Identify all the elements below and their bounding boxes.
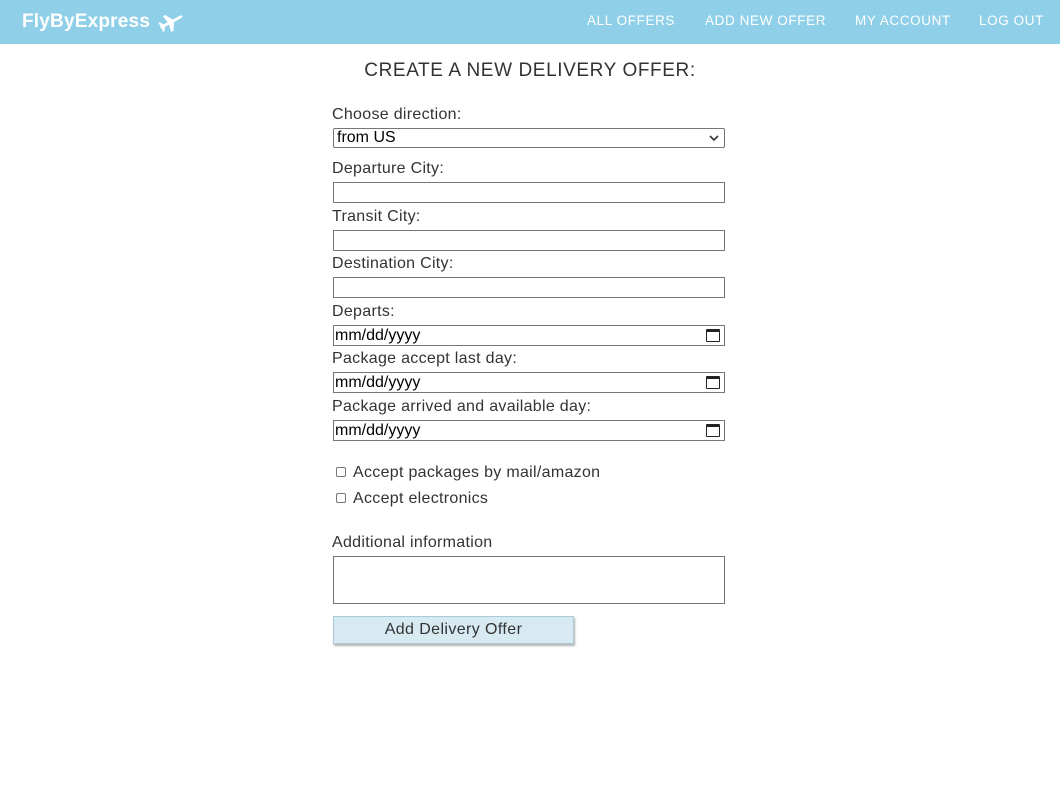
brand-logo-link[interactable]: FlyByExpress	[22, 10, 185, 34]
departure-city-label: Departure City:	[332, 160, 445, 177]
arrived-day-date-input[interactable]: mm/dd/yyyy	[333, 420, 725, 441]
accept-mail-checkbox[interactable]	[336, 467, 346, 477]
nav-log-out[interactable]: LOG OUT	[979, 13, 1044, 28]
arrived-day-placeholder: mm/dd/yyyy	[335, 421, 421, 439]
departs-placeholder: mm/dd/yyyy	[335, 326, 421, 344]
airplane-icon	[157, 11, 185, 33]
accept-last-day-label: Package accept last day:	[332, 350, 518, 367]
departs-date-input[interactable]: mm/dd/yyyy	[333, 325, 725, 346]
arrived-day-label: Package arrived and available day:	[332, 398, 592, 415]
direction-label: Choose direction:	[332, 106, 462, 123]
destination-city-label: Destination City:	[332, 255, 454, 272]
destination-city-input[interactable]	[333, 277, 725, 298]
direction-value: from US	[337, 129, 396, 146]
page-title: CREATE A NEW DELIVERY OFFER:	[364, 60, 696, 81]
calendar-icon[interactable]	[706, 329, 720, 342]
add-delivery-offer-button[interactable]: Add Delivery Offer	[333, 616, 574, 644]
departure-city-input[interactable]	[333, 182, 725, 203]
calendar-icon[interactable]	[706, 376, 720, 389]
nav-all-offers[interactable]: ALL OFFERS	[587, 13, 675, 28]
top-navbar: FlyByExpress ALL OFFERS ADD NEW OFFER MY…	[0, 0, 1060, 44]
nav-my-account[interactable]: MY ACCOUNT	[855, 13, 951, 28]
brand-name: FlyByExpress	[22, 11, 151, 32]
direction-select[interactable]: from US	[333, 128, 725, 148]
accept-last-day-placeholder: mm/dd/yyyy	[335, 373, 421, 391]
chevron-down-icon	[704, 131, 724, 145]
accept-electronics-checkbox[interactable]	[336, 493, 346, 503]
transit-city-input[interactable]	[333, 230, 725, 251]
calendar-icon[interactable]	[706, 424, 720, 437]
accept-last-day-date-input[interactable]: mm/dd/yyyy	[333, 372, 725, 393]
accept-electronics-label: Accept electronics	[353, 490, 489, 507]
nav-add-new-offer[interactable]: ADD NEW OFFER	[705, 13, 826, 28]
transit-city-label: Transit City:	[332, 208, 421, 225]
departs-label: Departs:	[332, 303, 395, 320]
accept-mail-label: Accept packages by mail/amazon	[353, 464, 601, 481]
additional-info-label: Additional information	[332, 534, 493, 551]
additional-info-textarea[interactable]	[333, 556, 725, 604]
